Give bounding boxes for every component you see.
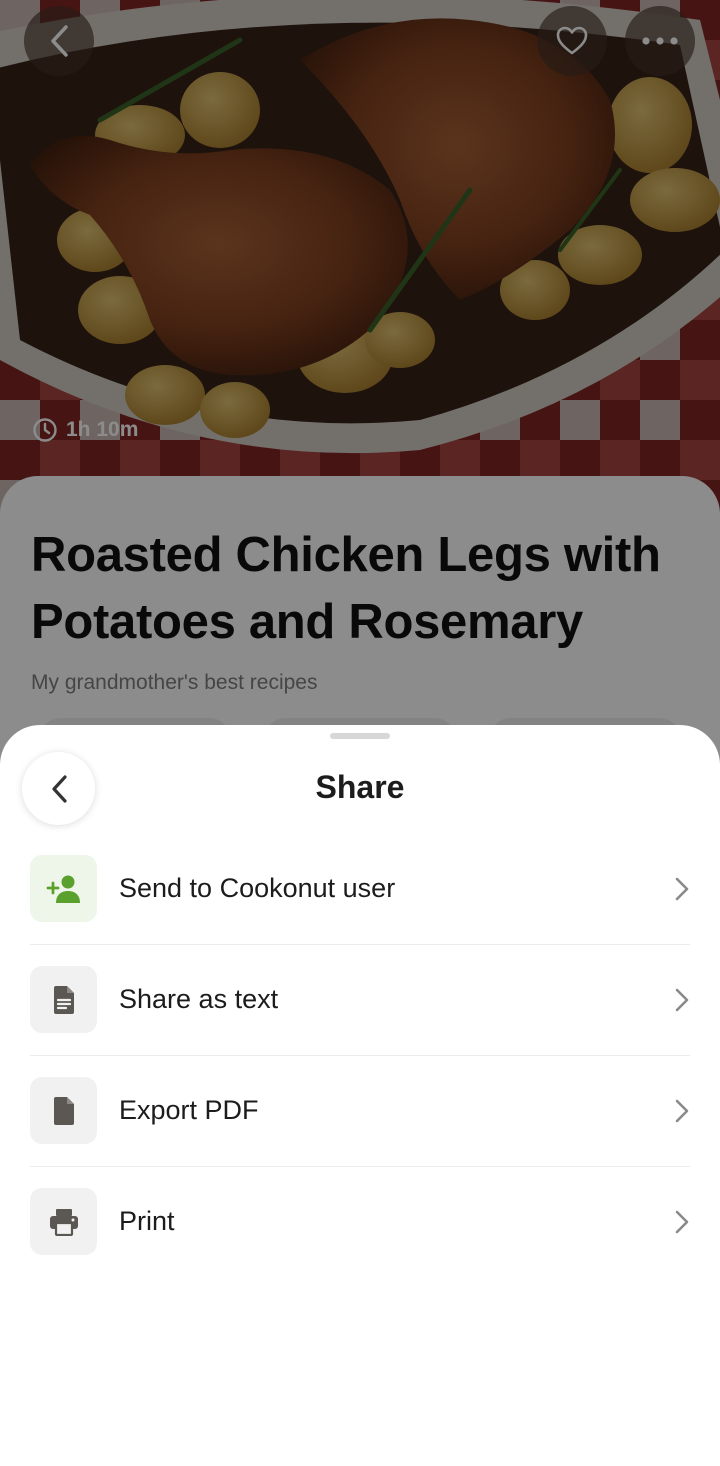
option-label: Share as text <box>119 984 279 1014</box>
option-label: Print <box>119 1206 175 1236</box>
option-export-pdf[interactable]: Export PDF <box>30 1055 690 1167</box>
option-icon-box <box>30 1188 97 1255</box>
option-share-as-text[interactable]: Share as text <box>30 944 690 1056</box>
option-label: Export PDF <box>119 1095 259 1125</box>
sheet-drag-handle[interactable] <box>330 733 390 739</box>
option-print[interactable]: Print <box>30 1166 690 1277</box>
option-icon-box <box>30 855 97 922</box>
chevron-right-icon <box>660 876 690 902</box>
option-send-to-user[interactable]: Send to Cookonut user <box>30 833 690 945</box>
chevron-right-icon <box>660 1209 690 1235</box>
option-label: Send to Cookonut user <box>119 873 396 903</box>
text-document-icon <box>53 985 74 1014</box>
chevron-right-icon <box>660 1098 690 1124</box>
option-icon-box <box>30 966 97 1033</box>
printer-icon <box>49 1208 78 1236</box>
file-icon <box>53 1096 74 1125</box>
sheet-title: Share <box>315 769 405 805</box>
share-sheet: Share Send to Cookonut user Share as tex… <box>0 725 720 1466</box>
add-person-icon <box>46 875 80 903</box>
chevron-right-icon <box>660 987 690 1013</box>
option-icon-box <box>30 1077 97 1144</box>
